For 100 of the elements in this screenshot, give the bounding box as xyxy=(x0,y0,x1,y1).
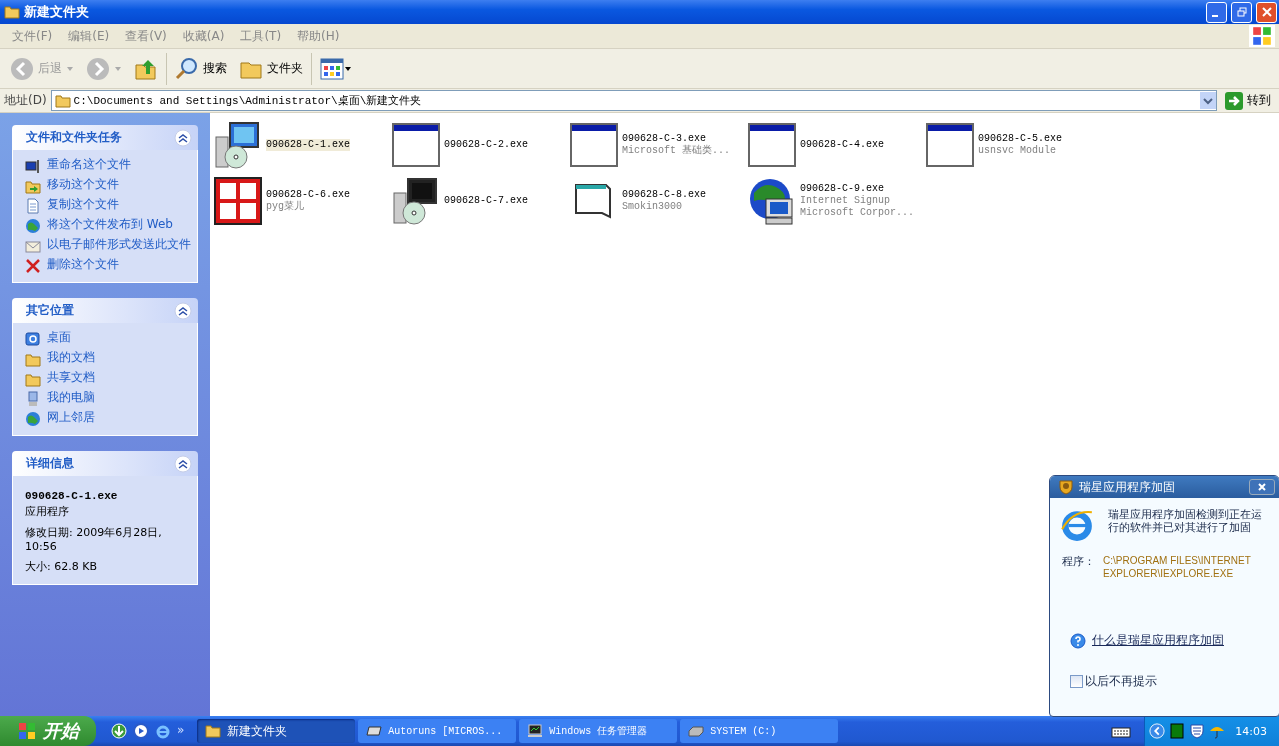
dont-show-checkbox[interactable]: 以后不再提示 xyxy=(1060,673,1265,690)
menu-item[interactable]: 文件(F) xyxy=(4,25,61,47)
task-link[interactable]: 删除这个文件 xyxy=(47,258,119,271)
collapse-icon[interactable] xyxy=(174,301,192,320)
task-link[interactable]: 桌面 xyxy=(47,331,71,344)
task-link[interactable]: 以电子邮件形式发送此文件 xyxy=(47,238,191,251)
taskbar-button[interactable]: Windows 任务管理器 xyxy=(519,719,678,743)
installer-icon xyxy=(392,177,440,225)
file-name[interactable]: 090628-C-6.exe xyxy=(266,189,350,201)
file-description: Internet Signup xyxy=(800,195,890,207)
window-icon xyxy=(748,121,796,169)
go-button[interactable]: 转到 xyxy=(1221,91,1275,110)
back-button[interactable]: 后退 xyxy=(6,51,78,86)
file-name[interactable]: 090628-C-8.exe xyxy=(622,189,706,201)
caret-icon xyxy=(114,65,122,72)
collapse-icon[interactable] xyxy=(174,454,192,473)
address-label: 地址(D) xyxy=(4,92,47,109)
clock: 14:03 xyxy=(1235,724,1267,738)
task-link[interactable]: 共享文档 xyxy=(47,371,95,384)
task-link[interactable]: 我的电脑 xyxy=(47,391,95,404)
folder-arrow-icon xyxy=(25,178,41,194)
search-button[interactable]: 搜索 xyxy=(171,51,231,86)
taskbar-button[interactable]: SYSTEM (C:) xyxy=(680,719,839,743)
window-title: 新建文件夹 xyxy=(24,3,89,21)
folder-icon xyxy=(4,4,20,20)
close-button[interactable] xyxy=(1249,479,1275,495)
close-icon xyxy=(1257,482,1267,492)
monitor-icon xyxy=(527,724,544,738)
monitor-icon xyxy=(25,158,41,174)
help-link[interactable]: 什么是瑞星应用程序加固 xyxy=(1092,632,1224,649)
file-name[interactable]: 090628-C-2.exe xyxy=(444,139,528,151)
window-icon xyxy=(392,121,440,169)
windows-flag-icon xyxy=(17,721,37,741)
file-description: Microsoft Corpor... xyxy=(800,207,915,219)
file-name[interactable]: 090628-C-3.exe xyxy=(622,133,706,145)
folder-icon xyxy=(25,371,41,387)
collapse-icon[interactable] xyxy=(174,128,192,147)
globe-computer-icon xyxy=(748,177,796,225)
menu-item[interactable]: 收藏(A) xyxy=(174,25,233,47)
tile-grid-icon xyxy=(214,177,262,225)
app-icon xyxy=(366,724,383,738)
file-name[interactable]: 090628-C-9.exe xyxy=(800,183,884,195)
cross-icon xyxy=(25,258,41,274)
file-type: 应用程序 xyxy=(25,504,70,519)
popup-title: 瑞星应用程序加固 xyxy=(1079,478,1175,496)
restore-button[interactable] xyxy=(1231,1,1252,23)
panel-header[interactable]: 详细信息 xyxy=(12,451,198,476)
address-field[interactable]: C:\Documents and Settings\Administrator\桌面\新建文件夹 xyxy=(50,90,1217,111)
task-link[interactable]: 将这个文件发布到 Web xyxy=(47,218,173,231)
folders-button[interactable]: 文件夹 xyxy=(235,51,307,86)
task-link[interactable]: 我的文档 xyxy=(47,351,95,364)
file-name[interactable]: 090628-C-1.exe xyxy=(266,139,350,151)
file-description: Smokin3000 xyxy=(622,201,682,213)
file-description: Microsoft 基础类... xyxy=(622,145,730,157)
task-link[interactable]: 重命名这个文件 xyxy=(47,158,131,171)
folder-icon xyxy=(54,93,71,108)
file-name: 090628-C-1.exe xyxy=(25,490,119,502)
task-link[interactable]: 网上邻居 xyxy=(47,411,95,424)
task-link[interactable]: 复制这个文件 xyxy=(47,198,119,211)
network-icon xyxy=(25,411,41,427)
installer-icon xyxy=(214,121,262,169)
dropdown-button[interactable] xyxy=(1200,92,1216,109)
close-icon xyxy=(1261,7,1272,17)
taskbar-button[interactable]: Autoruns [MICROS... xyxy=(358,719,517,743)
more-button[interactable]: » xyxy=(177,723,185,737)
download-icon[interactable] xyxy=(111,723,127,739)
chevron-left-icon[interactable] xyxy=(1149,723,1166,739)
minimize-icon xyxy=(1211,15,1218,17)
search-icon xyxy=(175,56,199,81)
folder-icon xyxy=(25,351,41,367)
panel-header[interactable]: 其它位置 xyxy=(12,298,198,323)
globe-icon xyxy=(25,218,41,234)
keyboard-icon[interactable] xyxy=(1111,724,1132,738)
computer-icon xyxy=(25,391,41,407)
folder-icon xyxy=(205,724,222,738)
popup-message: 瑞星应用程序加固检测到正在运行的软件并已对其进行了加固 xyxy=(1108,508,1263,534)
task-link[interactable]: 移动这个文件 xyxy=(47,178,119,191)
lion-shield-icon xyxy=(1058,479,1074,495)
minimize-button[interactable] xyxy=(1206,1,1227,23)
menu-item[interactable]: 查看(V) xyxy=(117,25,175,47)
restore-icon xyxy=(1236,7,1247,17)
shield-icon[interactable] xyxy=(1189,723,1206,739)
browser-icon[interactable] xyxy=(155,723,171,739)
media-player-icon[interactable] xyxy=(133,723,149,739)
file-name[interactable]: 090628-C-5.exe xyxy=(978,133,1062,145)
file-description: pyg菜儿 xyxy=(266,201,304,213)
menu-item[interactable]: 工具(T) xyxy=(232,25,290,47)
envelope-icon xyxy=(25,238,41,254)
document-icon xyxy=(25,198,41,214)
panel-header[interactable]: 文件和文件夹任务 xyxy=(12,125,198,150)
menu-item[interactable]: 编辑(E) xyxy=(60,25,118,47)
file-name[interactable]: 090628-C-4.exe xyxy=(800,139,884,151)
start-button[interactable]: 开始 xyxy=(0,716,96,746)
file-name[interactable]: 090628-C-7.exe xyxy=(444,195,528,207)
desktop-icon xyxy=(25,331,41,347)
menu-item[interactable]: 帮助(H) xyxy=(289,25,348,47)
taskbar-button[interactable]: 新建文件夹 xyxy=(197,719,356,743)
arrow-right-icon xyxy=(1225,91,1243,110)
modified-date: 修改日期: 2009年6月28日, 10:56 xyxy=(25,525,163,553)
help-icon xyxy=(1070,632,1086,649)
